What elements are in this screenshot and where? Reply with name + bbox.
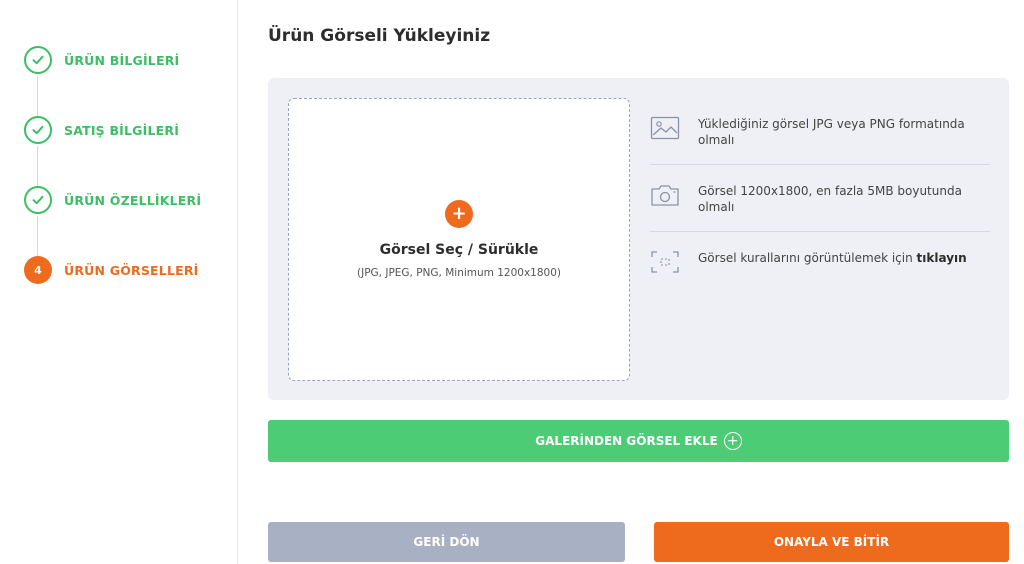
check-icon — [24, 186, 52, 214]
rule-text: Görsel kurallarını görüntülemek için tık… — [698, 251, 967, 265]
rule-text: Görsel 1200x1800, en fazla 5MB boyutunda… — [698, 184, 962, 214]
rules-link[interactable]: tıklayın — [917, 251, 967, 265]
gallery-button-label: GALERİNDEN GÖRSEL EKLE — [535, 434, 718, 448]
rule-text: Yüklediğiniz görsel JPG veya PNG formatı… — [698, 117, 965, 147]
check-icon — [24, 116, 52, 144]
upload-rules: Yüklediğiniz görsel JPG veya PNG formatı… — [650, 98, 990, 290]
rule-size: Görsel 1200x1800, en fazla 5MB boyutunda… — [650, 165, 990, 232]
step-connector — [37, 146, 38, 186]
image-icon — [650, 116, 680, 140]
step-label: ÜRÜN ÖZELLİKLERİ — [64, 192, 202, 208]
rule-format: Yüklediğiniz görsel JPG veya PNG formatı… — [650, 98, 990, 165]
check-icon — [24, 46, 52, 74]
dropzone-title: Görsel Seç / Sürükle — [379, 242, 539, 258]
image-dropzone[interactable]: + Görsel Seç / Sürükle (JPG, JPEG, PNG, … — [288, 98, 630, 381]
step-connector — [37, 76, 38, 116]
dropzone-subtitle: (JPG, JPEG, PNG, Minimum 1200x1800) — [357, 267, 561, 279]
step-label: ÜRÜN GÖRSELLERİ — [64, 262, 199, 278]
step-number-badge: 4 — [24, 256, 52, 284]
step-label: SATIŞ BİLGİLERİ — [64, 122, 180, 138]
frame-icon — [650, 250, 680, 274]
camera-icon — [650, 183, 680, 207]
add-from-gallery-button[interactable]: GALERİNDEN GÖRSEL EKLE + — [268, 420, 1009, 462]
rule-guidelines[interactable]: Görsel kurallarını görüntülemek için tık… — [650, 232, 990, 290]
step-label: ÜRÜN BİLGİLERİ — [64, 52, 180, 68]
plus-icon[interactable]: + — [445, 200, 473, 228]
back-button[interactable]: GERİ DÖN — [268, 522, 625, 562]
step-connector — [37, 216, 38, 256]
step-satis-bilgileri[interactable]: SATIŞ BİLGİLERİ — [24, 116, 179, 144]
page-title: Ürün Görseli Yükleyiniz — [268, 26, 491, 46]
plus-circle-icon: + — [723, 432, 742, 450]
confirm-finish-button[interactable]: ONAYLA VE BİTİR — [654, 522, 1009, 562]
step-urun-bilgileri[interactable]: ÜRÜN BİLGİLERİ — [24, 46, 179, 74]
step-urun-ozellikleri[interactable]: ÜRÜN ÖZELLİKLERİ — [24, 186, 201, 214]
stepper-sidebar: ÜRÜN BİLGİLERİ SATIŞ BİLGİLERİ ÜRÜN ÖZEL… — [0, 0, 238, 564]
step-urun-gorselleri[interactable]: 4 ÜRÜN GÖRSELLERİ — [24, 256, 199, 284]
upload-panel: + Görsel Seç / Sürükle (JPG, JPEG, PNG, … — [268, 78, 1009, 400]
